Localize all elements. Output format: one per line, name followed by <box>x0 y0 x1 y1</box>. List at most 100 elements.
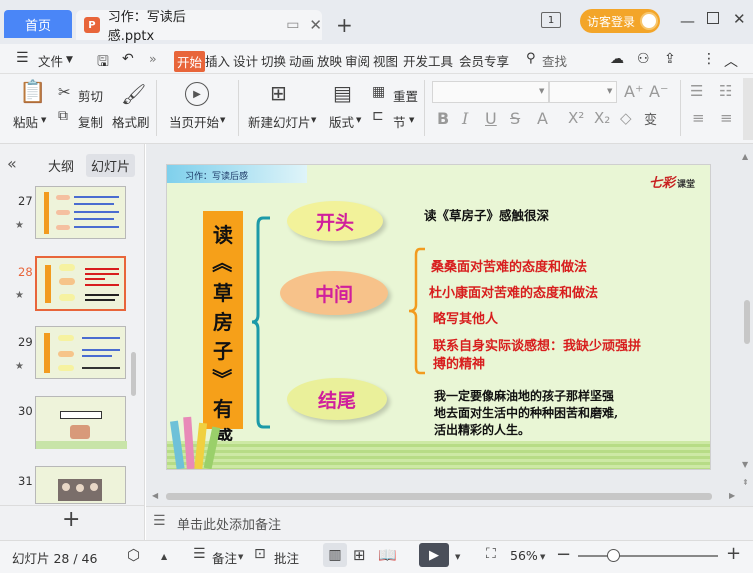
more-chevron-icon[interactable]: » <box>149 51 157 66</box>
menu-member[interactable]: 会员专享 <box>459 51 509 70</box>
align-left-icon[interactable]: ≡ <box>692 109 705 127</box>
search-input[interactable]: 查找 <box>542 51 567 70</box>
paste-dropdown-icon[interactable]: ▼ <box>41 116 46 124</box>
cloud-sync-icon[interactable]: ☁ <box>610 51 624 67</box>
home-tab[interactable]: 首页 <box>4 10 72 38</box>
share-user-icon[interactable]: ⚇ <box>637 51 650 67</box>
menu-file[interactable]: 文件 <box>38 51 63 70</box>
font-color-icon[interactable]: A <box>537 109 548 128</box>
sidebar-scrollbar[interactable] <box>131 352 136 396</box>
tab-slides[interactable]: 幻灯片 <box>86 154 136 177</box>
scroll-left-icon[interactable]: ◀ <box>152 491 158 500</box>
canvas-horizontal-scrollbar[interactable] <box>166 493 712 500</box>
hamburger-icon[interactable]: ☰ <box>16 50 29 66</box>
menu-start[interactable]: 开始 <box>174 51 206 72</box>
menu-animation[interactable]: 动画 <box>289 51 314 70</box>
grow-font-icon[interactable]: A⁺ <box>624 82 643 101</box>
menu-review[interactable]: 审阅 <box>345 51 370 70</box>
zoom-in-button[interactable]: + <box>726 543 741 564</box>
notes-dropdown-icon[interactable]: ▼ <box>238 553 243 561</box>
new-slide-button[interactable]: 新建幻灯片 <box>248 112 311 131</box>
maximize-icon[interactable] <box>707 12 719 24</box>
reading-view-icon[interactable]: 📖 <box>378 546 397 564</box>
shrink-font-icon[interactable]: A⁻ <box>649 82 668 101</box>
cube-icon[interactable]: ⬡ <box>127 546 140 564</box>
format-painter-icon[interactable]: 🖌 <box>121 82 146 106</box>
layout-icon[interactable]: ▤ <box>333 81 352 105</box>
add-slide-button[interactable]: + <box>62 507 80 532</box>
layout-dropdown-icon[interactable]: ▼ <box>356 116 361 124</box>
play-from-current-icon[interactable]: ▶ <box>185 82 209 106</box>
zoom-slider-track[interactable] <box>578 555 718 557</box>
scroll-right-icon[interactable]: ▶ <box>729 491 735 500</box>
visitor-login-button[interactable]: 访客登录 <box>580 9 660 33</box>
canvas-vertical-scrollbar[interactable] <box>744 300 750 344</box>
phonetic-icon[interactable]: 变 <box>644 109 657 128</box>
scroll-up-icon[interactable]: ▲ <box>742 152 748 161</box>
menu-view[interactable]: 视图 <box>373 51 398 70</box>
play-slideshow-button[interactable]: ▶ <box>419 543 449 567</box>
more-options-icon[interactable]: ⋮ <box>702 51 716 67</box>
menu-developer[interactable]: 开发工具 <box>403 51 453 70</box>
comments-button[interactable]: 批注 <box>274 548 299 567</box>
minimize-icon[interactable]: — <box>680 12 695 30</box>
zoom-level[interactable]: 56% <box>510 548 538 563</box>
numbered-list-icon[interactable]: ☷ <box>719 82 732 100</box>
search-icon[interactable]: ⚲ <box>526 51 536 66</box>
save-icon[interactable]: 🖫 <box>97 51 109 75</box>
menu-design[interactable]: 设计 <box>233 51 258 70</box>
underline-icon[interactable]: U <box>485 109 497 128</box>
start-dropdown-icon[interactable]: ▼ <box>220 116 225 124</box>
scissors-icon[interactable]: ✂ <box>58 83 71 101</box>
notes-toggle-icon[interactable]: ☰ <box>193 546 206 562</box>
file-dropdown-icon[interactable]: ▼ <box>66 55 73 65</box>
align-center-icon[interactable]: ≡ <box>720 109 733 127</box>
status-expand-icon[interactable]: ▲ <box>161 552 167 561</box>
clear-format-icon[interactable]: ◇ <box>620 109 632 127</box>
document-tab[interactable]: P 习作：写读后感.pptx ▭ ✕ <box>76 10 322 44</box>
close-tab-icon[interactable]: ✕ <box>309 16 322 34</box>
normal-view-icon[interactable]: ▥ <box>323 543 347 567</box>
font-size-dropdown-icon[interactable]: ▼ <box>607 87 612 95</box>
bold-icon[interactable]: B <box>437 109 449 128</box>
slide-thumbnail-31[interactable] <box>35 466 126 504</box>
notes-toggle-button[interactable]: 备注 <box>212 548 237 567</box>
menu-transition[interactable]: 切换 <box>261 51 286 70</box>
cut-button[interactable]: 剪切 <box>78 86 103 105</box>
slideshow-dropdown-icon[interactable]: ▼ <box>455 553 460 561</box>
copy-button[interactable]: 复制 <box>78 112 103 131</box>
font-name-dropdown-icon[interactable]: ▼ <box>539 87 544 95</box>
section-button[interactable]: 节 <box>393 112 406 131</box>
menu-slideshow[interactable]: 放映 <box>317 51 342 70</box>
page-up-icon[interactable]: ⇞ <box>742 478 749 487</box>
slide-thumbnail-29[interactable] <box>35 326 126 379</box>
zoom-slider-thumb[interactable] <box>607 549 620 562</box>
new-tab-button[interactable]: + <box>336 13 353 37</box>
page-badge-icon[interactable]: 1 <box>541 12 561 28</box>
share-icon[interactable]: ⇪ <box>664 51 676 67</box>
menu-insert[interactable]: 插入 <box>205 51 230 70</box>
zoom-dropdown-icon[interactable]: ▼ <box>540 553 545 561</box>
new-slide-icon[interactable]: ⊞ <box>270 81 287 105</box>
notes-placeholder[interactable]: 单击此处添加备注 <box>177 514 281 533</box>
reset-icon[interactable]: ▦ <box>372 84 385 100</box>
slide-thumbnail-27[interactable] <box>35 186 126 239</box>
section-icon[interactable]: ⊏ <box>372 108 384 124</box>
monitor-icon[interactable]: ▭ <box>286 17 299 33</box>
slide-thumbnail-28[interactable] <box>35 256 126 311</box>
zoom-out-button[interactable]: − <box>556 544 571 565</box>
slide-thumbnail-30[interactable] <box>35 396 127 449</box>
slide-sorter-icon[interactable]: ⊞ <box>353 546 366 564</box>
italic-icon[interactable]: I <box>462 109 468 128</box>
undo-icon[interactable]: ↶ <box>122 51 134 67</box>
subscript-icon[interactable]: X₂ <box>594 109 610 127</box>
reset-button[interactable]: 重置 <box>393 86 418 105</box>
layout-button[interactable]: 版式 <box>329 112 354 131</box>
fit-window-icon[interactable]: ⛶ <box>486 546 496 562</box>
window-close-icon[interactable]: ✕ <box>733 10 746 28</box>
font-name-select[interactable] <box>432 81 549 103</box>
new-slide-dropdown-icon[interactable]: ▼ <box>311 116 316 124</box>
comment-icon[interactable]: ⊡ <box>254 546 266 562</box>
ribbon-scroll-right-icon[interactable] <box>743 78 753 140</box>
start-from-current-button[interactable]: 当页开始 <box>169 112 219 131</box>
